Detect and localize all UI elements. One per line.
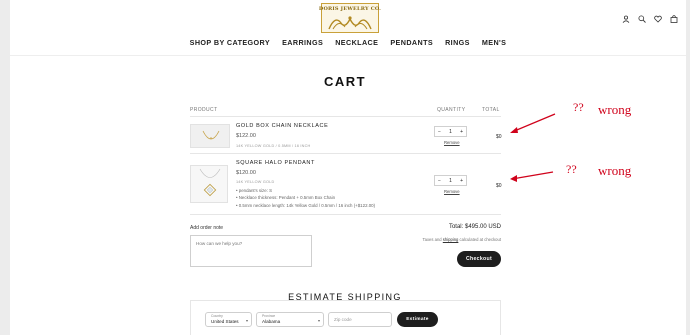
annotation-arrow-1 — [510, 113, 556, 133]
order-note-label: Add order note — [190, 225, 224, 231]
chevron-down-icon: ▾ — [317, 318, 320, 323]
tax-shipping-note: Taxes and shipping calculated at checkou… — [422, 237, 501, 242]
annotation-question-marks: ?? — [573, 100, 584, 114]
chevron-down-icon: ▾ — [245, 318, 248, 323]
province-select[interactable]: Province Alabama ▾ — [256, 312, 324, 327]
zip-code-input[interactable]: Zip code — [328, 312, 392, 327]
country-label: Country — [211, 314, 223, 318]
checkout-button[interactable]: Checkout — [457, 251, 501, 267]
estimate-shipping-title: ESTIMATE SHIPPING — [288, 292, 402, 302]
estimate-button[interactable]: Estimate — [397, 312, 438, 327]
annotation-arrow-2 — [510, 171, 554, 182]
province-value: Alabama — [262, 319, 281, 324]
annotation-wrong-label: wrong — [598, 163, 632, 178]
province-label: Province — [262, 314, 276, 318]
annotation-question-marks: ?? — [566, 162, 577, 176]
shipping-link[interactable]: shipping — [443, 237, 459, 242]
country-select[interactable]: Country United States ▾ — [205, 312, 252, 327]
annotation-wrong-label: wrong — [598, 102, 632, 117]
annotation-arrows — [510, 113, 556, 182]
zip-placeholder: Zip code — [334, 317, 352, 322]
cart-total: Total: $495.00 USD — [448, 224, 501, 230]
order-note-field[interactable] — [190, 235, 312, 267]
country-value: United States — [211, 319, 239, 324]
